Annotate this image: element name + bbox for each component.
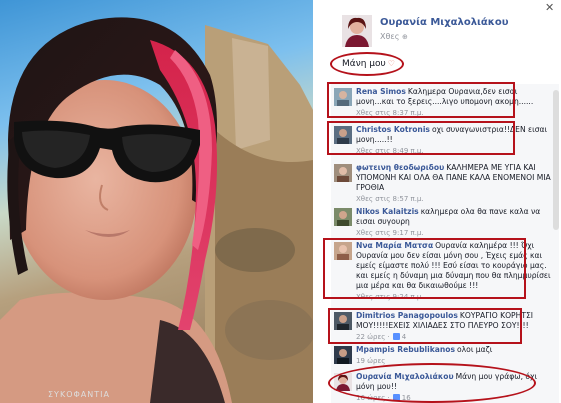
commenter-avatar[interactable]: [334, 242, 352, 260]
comment-time[interactable]: 22 ώρες ·: [356, 333, 390, 341]
comment-list: Rena Simos Καλημερα Ουρανια,δεν εισαι μον…: [331, 84, 559, 403]
globe-icon: ⊕: [401, 33, 408, 41]
comment-time[interactable]: Χθες στις 8:49 π.μ.: [356, 146, 552, 156]
post-time-text: Χθες: [380, 32, 400, 41]
comment-time[interactable]: 19 ώρες: [356, 356, 552, 366]
commenter-name[interactable]: φωτεινη θεοδωριδου: [356, 163, 444, 172]
post-author-name[interactable]: Ουρανία Μιχαλολιάκου: [380, 17, 509, 28]
commenter-name[interactable]: Ουρανία Μιχαλολιάκου: [356, 372, 454, 381]
like-icon: [392, 394, 400, 401]
comment-text: ολοι μαζι: [457, 345, 493, 354]
commenter-name[interactable]: Christos Kotronis: [356, 125, 430, 134]
post-caption-text: Μάνη μου: [342, 59, 386, 69]
commenter-name[interactable]: Dimitrios Panagopoulos: [356, 311, 458, 320]
commenter-name[interactable]: Nikos Kalaitzis: [356, 207, 419, 216]
comment-time[interactable]: Χθες στις 9:24 π.μ.: [356, 292, 552, 302]
post-time[interactable]: Χθες ⊕: [380, 32, 408, 41]
comment-panel: ✕ Ουρανία Μιχαλολιάκου Χθες ⊕ Μάνη μου ♡ …: [313, 0, 561, 403]
commenter-name[interactable]: Μpampis Rebublikanos: [356, 345, 455, 354]
comment-time[interactable]: Χθες στις 8:57 π.μ.: [356, 194, 552, 204]
comment-meta: 22 ώρες · 4: [356, 332, 552, 342]
commenter-avatar[interactable]: [334, 164, 352, 182]
commenter-avatar[interactable]: [334, 208, 352, 226]
bottom-caption-text: ΣΥΚΟΦΑΝΤΙΑ: [48, 390, 110, 399]
commenter-name[interactable]: Ννα Μαρία Ματσα: [356, 241, 433, 250]
commenter-avatar[interactable]: [334, 126, 352, 144]
comment-time[interactable]: Χθες στις 8:37 π.μ.: [356, 108, 552, 118]
commenter-avatar[interactable]: [334, 312, 352, 330]
comment-time[interactable]: Χθες στις 9:17 π.μ.: [356, 228, 552, 238]
like-icon: [392, 333, 400, 340]
commenter-avatar[interactable]: [334, 346, 352, 364]
author-avatar[interactable]: [342, 15, 372, 47]
like-count[interactable]: 4: [402, 333, 406, 341]
heart-icon: ♡: [387, 59, 395, 68]
comment-meta: 16 ώρες · 16: [356, 393, 552, 403]
selfie-photo: [0, 17, 313, 403]
scrollbar[interactable]: [553, 90, 559, 230]
photo-viewer[interactable]: ΣΥΚΟΦΑΝΤΙΑ: [0, 0, 313, 403]
post-header: Ουρανία Μιχαλολιάκου Χθες ⊕: [337, 12, 557, 52]
commenter-avatar[interactable]: [334, 88, 352, 106]
commenter-name[interactable]: Rena Simos: [356, 87, 406, 96]
comment-time[interactable]: 16 ώρες ·: [356, 394, 390, 402]
commenter-avatar[interactable]: [334, 373, 352, 391]
post-caption: Μάνη μου ♡: [342, 59, 395, 69]
like-count[interactable]: 16: [402, 394, 411, 402]
